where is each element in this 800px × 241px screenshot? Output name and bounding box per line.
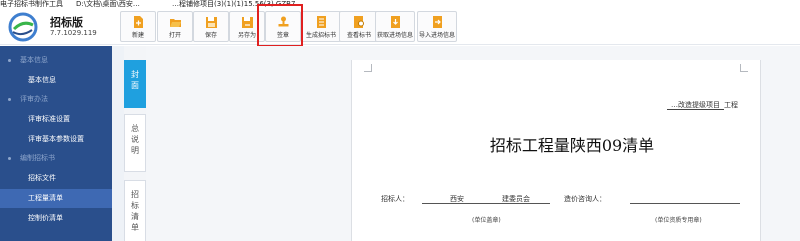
generate-tender-button-label: 生成招标书 xyxy=(305,32,336,39)
app-logo-icon xyxy=(8,12,38,42)
get-progress-button-label: 获取进场信息 xyxy=(376,32,413,39)
import-progress-button-label: 导入进场信息 xyxy=(418,32,455,39)
sidebar-section-header: 评审办法 xyxy=(0,90,112,109)
sidebar-item-label: 招标文件 xyxy=(28,174,56,182)
view-tender-button-label: 查看标书 xyxy=(346,32,371,39)
sidebar-item-label: 评审标准设置 xyxy=(28,115,70,123)
sidebar-section-title: 基本信息 xyxy=(20,56,48,64)
window-path: D:\文档\桌面\西安… xyxy=(76,0,140,8)
sidebar-item[interactable]: 工程量清单 xyxy=(0,189,112,208)
vertical-tab-char: 面 xyxy=(131,81,139,90)
sidebar-item-label: 工程量清单 xyxy=(28,194,63,202)
consultant-seal-note: (单位资质专用章) xyxy=(655,217,702,224)
vertical-tab[interactable]: 封面 xyxy=(124,60,146,108)
vertical-tab-char: 说 xyxy=(131,135,139,144)
project-name-line: …改造提级项目 工程 xyxy=(578,100,738,110)
sidebar-section-title: 编制招标书 xyxy=(20,154,55,162)
vertical-tab-char: 清 xyxy=(131,212,139,221)
sidebar-item[interactable]: 基本信息 xyxy=(0,71,112,90)
tenderer-seal-note: (单位盖章) xyxy=(472,217,501,224)
open-button[interactable]: 打开 xyxy=(157,11,193,42)
vertical-tab-char: 标 xyxy=(131,201,139,210)
tenderer-label: 招标人： xyxy=(381,195,409,203)
vertical-tab-char: 单 xyxy=(131,223,139,232)
vertical-tab-char: 招 xyxy=(131,190,139,199)
sidebar-item[interactable]: 评审基本参数设置 xyxy=(0,130,112,149)
get-progress-button[interactable]: 获取进场信息 xyxy=(375,11,415,42)
generate-tender-button[interactable]: 生成招标书 xyxy=(301,11,341,42)
vertical-tab[interactable]: 招标清单 xyxy=(124,180,146,241)
save-button-label: 保存 xyxy=(204,32,217,39)
sidebar-section-title: 评审办法 xyxy=(20,95,48,103)
vertical-tab-char: 总 xyxy=(131,124,139,133)
new-button[interactable]: 新建 xyxy=(120,11,156,42)
bullet-icon xyxy=(8,157,11,160)
new-button-label: 新建 xyxy=(131,32,144,39)
sidebar-item[interactable]: 评审标准设置 xyxy=(0,110,112,129)
open-button-label: 打开 xyxy=(168,32,181,39)
consultant-underline xyxy=(630,203,740,204)
sidebar-item-label: 评审基本参数设置 xyxy=(28,135,84,143)
app-version: 7.7.1029.119 xyxy=(50,29,97,37)
window-title: 电子招标书制作工具 xyxy=(0,0,63,8)
document-page: …改造提级项目 工程 招标工程量陕西09清单 招标人： 西安 建委员会 造价咨询人… xyxy=(351,60,761,241)
document-title: 招标工程量陕西09清单 xyxy=(489,136,655,155)
sidebar-gutter xyxy=(112,46,124,241)
page-corner-mark xyxy=(364,64,372,72)
vertical-tab[interactable]: 总说明 xyxy=(124,114,146,172)
save-button[interactable]: 保存 xyxy=(193,11,229,42)
document-view: …改造提级项目 工程 招标工程量陕西09清单 招标人： 西安 建委员会 造价咨询人… xyxy=(146,46,800,241)
project-name: …改造提级项目 xyxy=(667,101,724,110)
sidebar-item-label: 控制价清单 xyxy=(28,214,63,222)
sidebar-section-header: 编制招标书 xyxy=(0,149,112,168)
consultant-label: 造价咨询人： xyxy=(564,195,606,203)
window-title-bar: 电子招标书制作工具 D:\文档\桌面\西安… …程铺修项目(3)(1)(1)15… xyxy=(0,0,800,8)
bullet-icon xyxy=(8,59,11,62)
sidebar-item[interactable]: 控制价清单 xyxy=(0,209,112,228)
app-window: 电子招标书制作工具 D:\文档\桌面\西安… …程铺修项目(3)(1)(1)15… xyxy=(0,0,800,241)
page-corner-mark xyxy=(740,64,748,72)
app-header: 招标版 7.7.1029.119 新建 打开 保存 另存为 签章 生成招标书 查看标书 获取进… xyxy=(0,8,800,45)
vertical-tab-char: 封 xyxy=(131,70,139,79)
sidebar-section-header: 基本信息 xyxy=(0,51,112,70)
sidebar-item[interactable]: 招标文件 xyxy=(0,169,112,188)
sidebar: 基本信息 基本信息 评审办法 评审标准设置 评审基本参数设置 编制招标书 招标文件 工程量清单… xyxy=(0,46,112,241)
import-progress-button[interactable]: 导入进场信息 xyxy=(417,11,457,42)
highlight-box xyxy=(257,4,303,47)
app-name: 招标版 xyxy=(50,16,83,29)
bullet-icon xyxy=(8,98,11,101)
view-tender-button[interactable]: 查看标书 xyxy=(339,11,379,42)
project-name-tail: 工程 xyxy=(724,101,738,109)
tenderer-underline xyxy=(422,203,550,204)
vertical-tab-char: 明 xyxy=(131,146,139,155)
sidebar-item-label: 基本信息 xyxy=(28,76,56,84)
